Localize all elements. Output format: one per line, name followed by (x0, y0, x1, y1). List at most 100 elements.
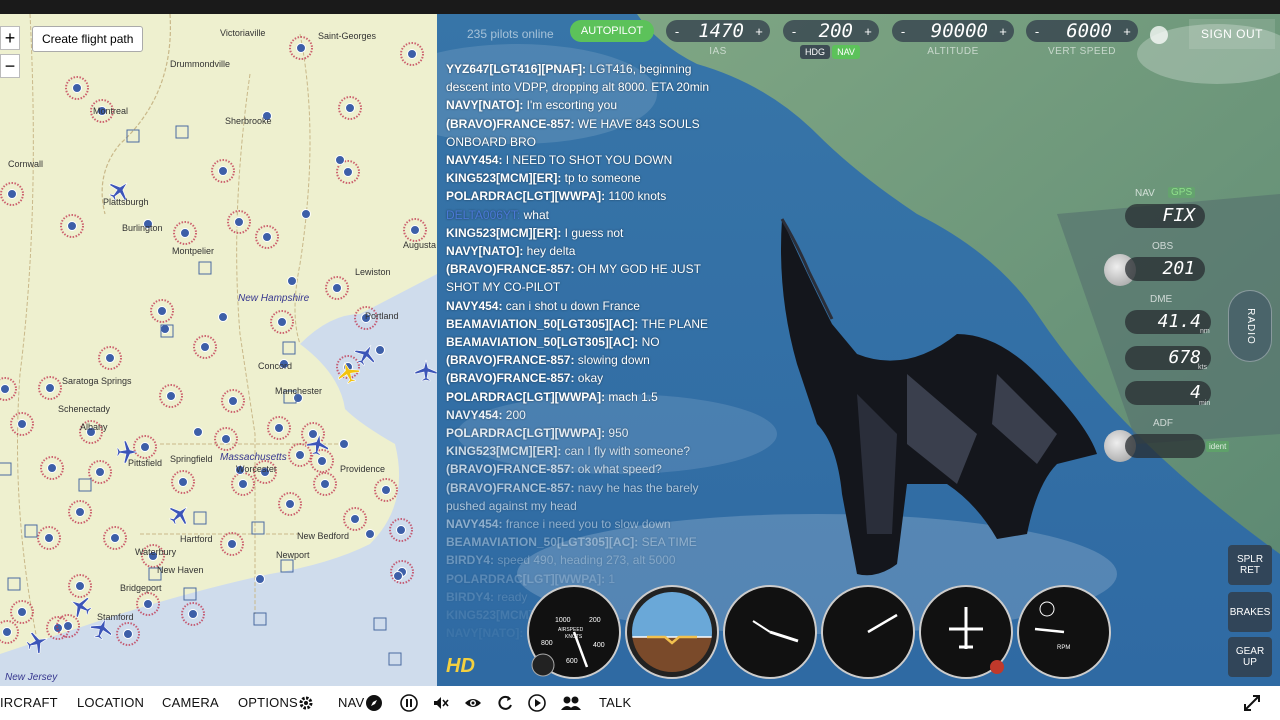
heading-decrease-button[interactable]: - (783, 24, 805, 39)
airport-dot[interactable] (200, 342, 210, 352)
navaid-marker[interactable] (198, 261, 212, 275)
airport-dot[interactable] (95, 467, 105, 477)
chat-username[interactable]: BIRDY4: (446, 553, 494, 567)
chat-username[interactable]: BEAMAVIATION_50[LGT305][AC]: (446, 535, 638, 549)
pause-icon[interactable] (400, 694, 418, 712)
chat-username[interactable]: BEAMAVIATION_50[LGT305][AC]: (446, 335, 638, 349)
chat-username[interactable]: (BRAVO)FRANCE-857: (446, 353, 574, 367)
airport-dot[interactable] (296, 43, 306, 53)
chat-username[interactable]: POLARDRAC[LGT][WWPA]: (446, 390, 605, 404)
chat-username[interactable]: NAVY[NATO]: (446, 626, 523, 640)
chat-username[interactable]: YYZ647[LGT416][PNAF]: (446, 62, 586, 76)
chat-username[interactable]: (BRAVO)FRANCE-857: (446, 371, 574, 385)
airport-dot[interactable] (277, 317, 287, 327)
heading-increase-button[interactable]: + (857, 24, 879, 39)
airport-dot[interactable] (350, 514, 360, 524)
airport-dot[interactable] (255, 574, 265, 584)
airport-dot[interactable] (407, 49, 417, 59)
airport-dot[interactable] (72, 83, 82, 93)
airport-dot[interactable] (381, 485, 391, 495)
map-panel[interactable]: Victoriaville Saint-Georges Drummondville M… (0, 14, 437, 686)
airport-dot[interactable] (396, 525, 406, 535)
chat-username[interactable]: KING523[MCM][ER]: (446, 226, 561, 240)
location-menu[interactable]: LOCATION (77, 695, 144, 710)
navaid-marker[interactable] (24, 524, 38, 538)
airport-dot[interactable] (228, 396, 238, 406)
chat-username[interactable]: (BRAVO)FRANCE-857: (446, 462, 574, 476)
airport-dot[interactable] (393, 571, 403, 581)
vert-speed-increase-button[interactable]: + (1116, 24, 1138, 39)
airport-dot[interactable] (274, 423, 284, 433)
airport-dot[interactable] (53, 623, 63, 633)
chat-username[interactable]: NAVY454: (446, 153, 502, 167)
chat-username[interactable]: BEAMAVIATION_50[LGT305][AC]: (446, 317, 638, 331)
airport-dot[interactable] (375, 345, 385, 355)
altitude-increase-button[interactable]: + (992, 24, 1014, 39)
aircraft-menu[interactable]: IRCRAFT (0, 695, 58, 710)
altitude-decrease-button[interactable]: - (892, 24, 914, 39)
airport-dot[interactable] (75, 581, 85, 591)
airport-dot[interactable] (140, 442, 150, 452)
hd-badge[interactable]: HD (446, 655, 475, 678)
airport-dot[interactable] (335, 155, 345, 165)
airport-dot[interactable] (75, 507, 85, 517)
airport-dot[interactable] (193, 427, 203, 437)
navaid-marker[interactable] (175, 125, 189, 139)
airport-dot[interactable] (160, 324, 170, 334)
chat-username[interactable]: NAVY454: (446, 517, 502, 531)
airport-dot[interactable] (110, 533, 120, 543)
camera-menu[interactable]: CAMERA (162, 695, 219, 710)
airport-dot[interactable] (285, 499, 295, 509)
airport-dot[interactable] (332, 283, 342, 293)
hdg-toggle[interactable]: HDG (800, 45, 830, 59)
create-flight-path-button[interactable]: Create flight path (32, 26, 144, 52)
airport-dot[interactable] (295, 450, 305, 460)
navaid-marker[interactable] (282, 341, 296, 355)
airport-dot[interactable] (343, 167, 353, 177)
chat-username[interactable]: (BRAVO)FRANCE-857: (446, 117, 574, 131)
airport-dot[interactable] (166, 391, 176, 401)
nav-menu[interactable]: NAV (338, 695, 364, 710)
airport-dot[interactable] (287, 276, 297, 286)
airport-dot[interactable] (67, 221, 77, 231)
sign-out-button[interactable]: SIGN OUT (1189, 19, 1275, 49)
altitude-stepper[interactable]: - 90000 + (892, 20, 1014, 42)
vert-speed-decrease-button[interactable]: - (1026, 24, 1048, 39)
airport-dot[interactable] (180, 228, 190, 238)
zoom-out-button[interactable]: − (0, 54, 20, 78)
navaid-marker[interactable] (0, 462, 12, 476)
navaid-marker[interactable] (193, 511, 207, 525)
chat-username[interactable]: NAVY454: (446, 299, 502, 313)
chat-username[interactable]: NAVY[NATO]: (446, 98, 523, 112)
airport-dot[interactable] (63, 621, 73, 631)
gear-button[interactable]: GEAR UP (1228, 637, 1272, 677)
airport-dot[interactable] (301, 209, 311, 219)
ias-stepper[interactable]: - 1470 + (666, 20, 770, 42)
airport-dot[interactable] (218, 166, 228, 176)
navaid-marker[interactable] (7, 577, 21, 591)
airport-dot[interactable] (345, 103, 355, 113)
chat-username[interactable]: NAVY454: (446, 408, 502, 422)
airport-dot[interactable] (7, 189, 17, 199)
airport-dot[interactable] (221, 434, 231, 444)
airport-dot[interactable] (123, 629, 133, 639)
airport-dot[interactable] (17, 419, 27, 429)
ias-decrease-button[interactable]: - (666, 24, 688, 39)
airport-dot[interactable] (143, 599, 153, 609)
heading-stepper[interactable]: - 200 + (783, 20, 879, 42)
navaid-marker[interactable] (251, 521, 265, 535)
airport-dot[interactable] (2, 627, 12, 637)
chat-username[interactable]: POLARDRAC[LGT][WWPA]: (446, 572, 605, 586)
chat-username[interactable]: KING523[MCM]: (446, 608, 537, 622)
airport-dot[interactable] (227, 539, 237, 549)
autopilot-button[interactable]: AUTOPILOT (570, 20, 654, 42)
play-icon[interactable] (528, 694, 546, 712)
airport-dot[interactable] (178, 477, 188, 487)
chat-username[interactable]: (BRAVO)FRANCE-857: (446, 481, 574, 495)
airport-dot[interactable] (45, 383, 55, 393)
airport-dot[interactable] (234, 217, 244, 227)
aircraft-marker[interactable] (164, 499, 194, 529)
airport-dot[interactable] (308, 429, 318, 439)
gps-source-toggle[interactable]: GPS (1168, 187, 1196, 198)
airport-dot[interactable] (17, 607, 27, 617)
